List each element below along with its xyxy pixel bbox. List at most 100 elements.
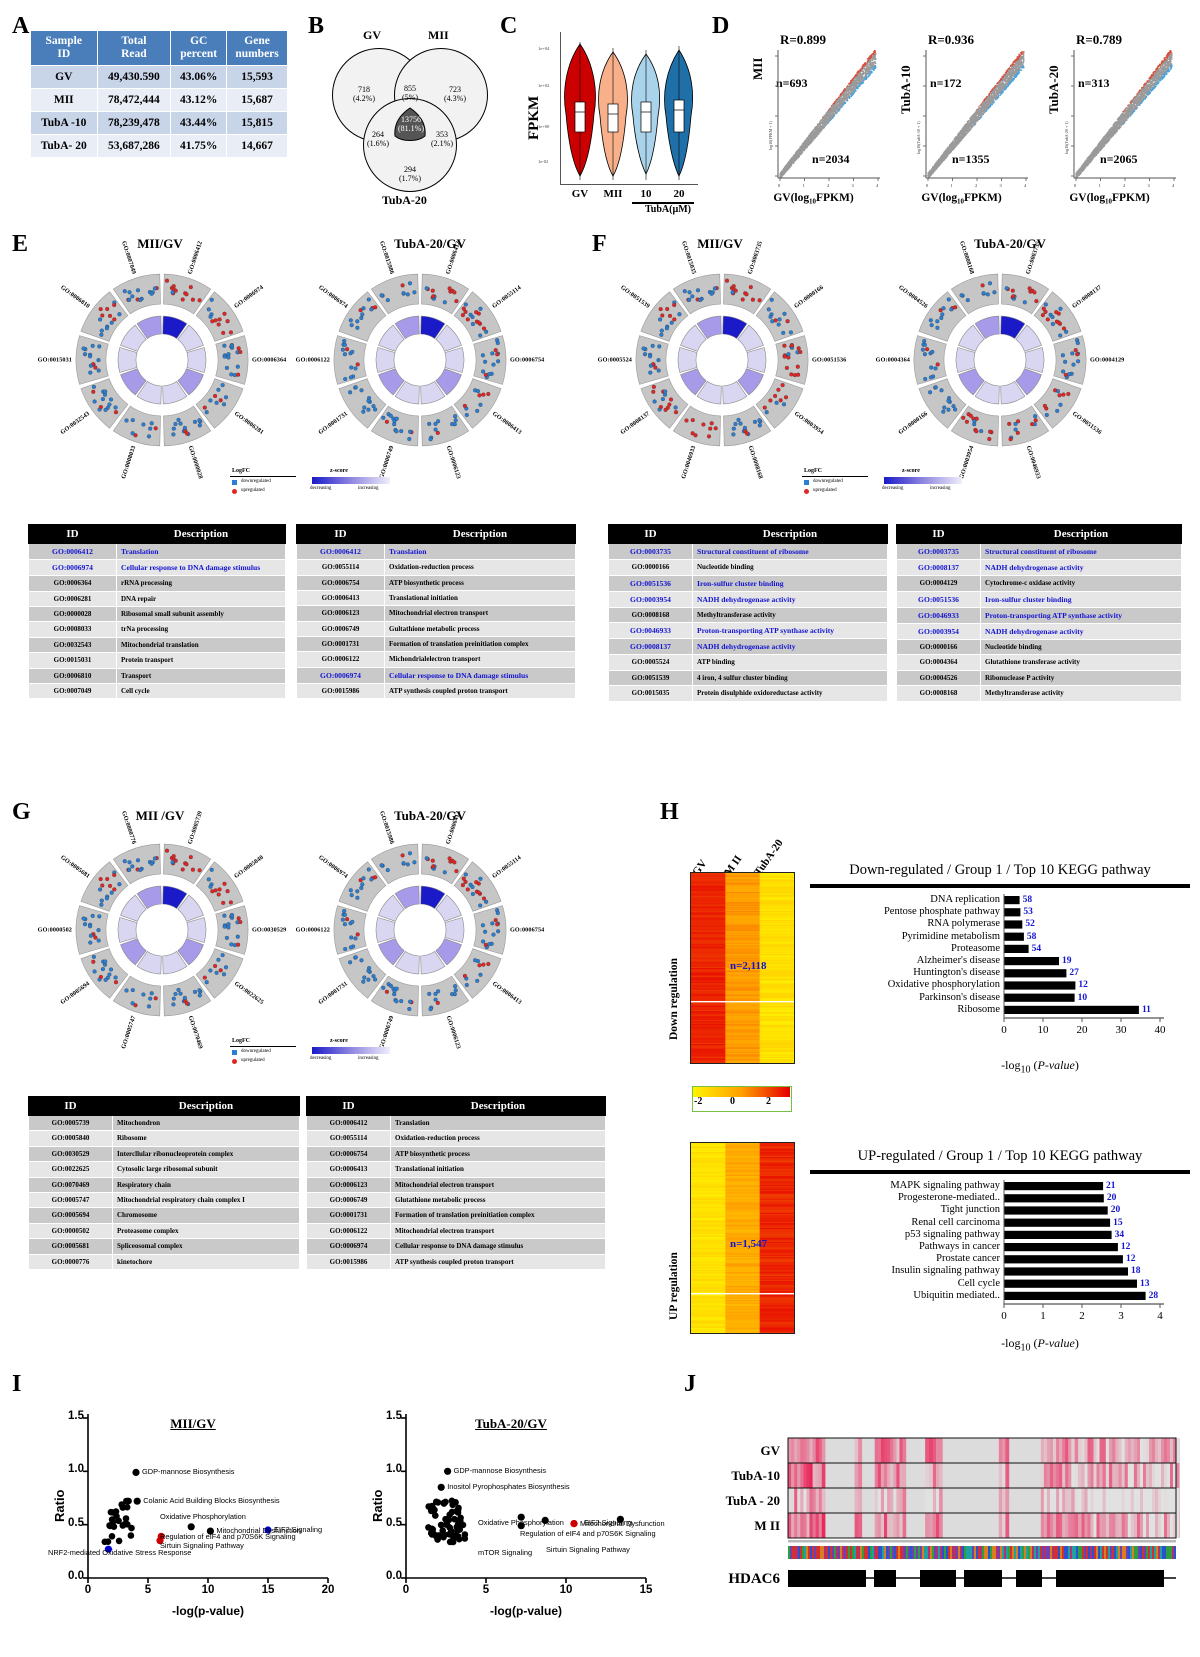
cell-genes: 14,667	[226, 134, 288, 159]
go-description-cell: kinetochore	[112, 1253, 300, 1270]
go-id-cell: GO:0004526	[896, 669, 981, 687]
panel-letter-c: C	[500, 13, 518, 39]
pathway-annotation-label: Oxidative Phosphorylation	[478, 1518, 564, 1527]
pathway-annotation-label: Inositol Pyrophosphates Biosynthesis	[447, 1482, 570, 1492]
violin-ytick: 1e+02	[538, 83, 550, 88]
table-row: GO:0000166 Nucleotide binding	[896, 638, 1182, 656]
cell-total-read: 53,687,286	[96, 134, 172, 159]
go-id-cell: GO:0046933	[896, 606, 981, 624]
panelj-gene-label: HDAC6	[728, 1571, 780, 1587]
kegg-category-label: Progesterone-mediated..	[897, 1192, 1000, 1204]
table-row: GO:0008137 NADH dehydrogenase activity	[608, 638, 888, 656]
violin-ylabel: FPKM	[526, 95, 542, 140]
kegg-bars-up: MAPK signaling pathway 21 Progesterone-med…	[808, 1178, 1192, 1322]
circos-term-label: GO:0006364	[252, 356, 287, 364]
table-row: GO:0005694 Chromosome	[28, 1207, 300, 1224]
heatmap-down-n: n=2,118	[730, 960, 767, 972]
kegg-gene-count: 20	[1106, 1193, 1117, 1204]
circos-svg	[75, 843, 249, 1017]
svg-text:0: 0	[778, 183, 781, 188]
scatter-ylabel-small: log10(TubA-20 + 1)	[1064, 121, 1069, 154]
table-row: GO:0006413 Translational initiation	[296, 589, 576, 607]
svg-text:3: 3	[852, 183, 855, 188]
go-description-cell: ATP binding	[692, 654, 888, 671]
go-description-cell: trNa processing	[116, 621, 286, 638]
scatter-xlabel: GV(log₁₀FPKM)	[884, 192, 1039, 204]
circos-plot-g-left: GO:0005739 GO:0005840 GO:0030529 GO:0022625…	[38, 811, 287, 1056]
kegg-gene-count: 34	[1114, 1229, 1125, 1240]
pct: (1.6%)	[367, 139, 389, 149]
pathway-scatter-ytick: 1.0	[386, 1463, 402, 1476]
table-row: GO:0015035 Protein disulphide oxidoreduct…	[608, 685, 888, 702]
kegg-xtick: 40	[1154, 1024, 1166, 1036]
scatter-ylabel: MII	[750, 57, 765, 80]
circos-term-label: GO:0000502	[37, 926, 72, 934]
count: 353	[436, 130, 448, 139]
go-id-cell: GO:0005524	[608, 654, 693, 671]
go-col-id: ID	[306, 1096, 391, 1116]
table-row: GO:0008033 trNa processing	[28, 621, 286, 638]
go-description-cell: Translational initiation	[390, 1161, 606, 1178]
table-row: GV 49,430.590 43.06% 15,593	[30, 65, 288, 90]
kegg-category-label: Pathways in cancer	[918, 1241, 1000, 1252]
go-description-cell: Ribosome	[112, 1130, 300, 1147]
scatter-ylabel: TubA-20	[1046, 65, 1061, 114]
scale-tick--2: -2	[694, 1096, 703, 1107]
go-id-cell: GO:0006810	[28, 667, 117, 684]
table-row: GO:0006412 Translation	[306, 1114, 606, 1132]
panel-letter-b: B	[308, 13, 325, 39]
circos-legend-e: LogFC downregulated upregulated z-score decr…	[228, 468, 408, 500]
go-id-cell: GO:0046933	[608, 622, 693, 640]
go-description-cell: Spliceosomal complex	[112, 1238, 300, 1255]
col-header-gc-percent: GC percent	[170, 29, 228, 67]
go-id-cell: GO:0005739	[28, 1114, 113, 1132]
legend-zscore-title: z-score	[330, 468, 348, 474]
circos-term-label: GO:0004129	[1090, 356, 1125, 364]
table-row: GO:0001731 Formation of translation prein…	[296, 636, 576, 653]
legend-up-label: upregulated	[241, 488, 265, 493]
pathway-scatter-xtick: 0	[402, 1584, 410, 1596]
legend-logfc-title: LogFC	[804, 468, 822, 474]
cell-sample-id: TubA- 20	[30, 134, 98, 159]
table-row: GO:0003735 Structural constituent of ribo…	[608, 542, 888, 561]
go-description-cell: Oxidation-reduction process	[384, 559, 576, 576]
go-description-cell: Oxidation-reduction process	[390, 1130, 606, 1147]
pct: (2.1%)	[431, 139, 453, 149]
kegg-gene-count: 58	[1022, 895, 1033, 905]
table-row: GO:0055114 Oxidation-reduction process	[296, 559, 576, 576]
go-id-cell: GO:0005694	[28, 1207, 113, 1224]
table-row: TubA -10 78,239,478 43.44% 15,815	[30, 111, 288, 136]
cell-sample-id: MII	[30, 88, 98, 113]
kegg-gene-count: 28	[1148, 1290, 1159, 1301]
pathway-scatter-xtick: 0	[84, 1584, 92, 1596]
legend-down-swatch	[804, 480, 809, 485]
go-description-cell: NADH dehydrogenase activity	[980, 622, 1182, 640]
kegg-xtick: 10	[1037, 1024, 1049, 1036]
kegg-xtick: 0	[1001, 1310, 1007, 1322]
panel-letter-d: D	[712, 13, 730, 39]
go-id-cell: GO:0051539	[608, 669, 693, 687]
go-id-cell: GO:0000776	[28, 1253, 113, 1270]
violin-cat-10: 10	[640, 188, 652, 200]
col-header-total-read: Total Read	[96, 29, 172, 67]
circos-term-label: GO:0006122	[295, 356, 330, 364]
legend-up-swatch	[232, 489, 237, 494]
pathway-scatter-xtick: 15	[639, 1584, 653, 1596]
go-id-cell: GO:0008137	[896, 559, 981, 577]
go-description-cell: Translation	[116, 542, 286, 561]
go-id-cell: GO:0008137	[608, 638, 693, 656]
go-description-cell: Cellular response to DNA damage stimulus	[390, 1238, 606, 1255]
hdr-line2: percent	[180, 48, 218, 61]
go-description-cell: Protein transport	[116, 652, 286, 669]
go-id-cell: GO:0055114	[306, 1130, 391, 1147]
table-row: GO:0005739 Mitochondron	[28, 1114, 300, 1132]
circos-term-label: GO:0015031	[37, 356, 72, 364]
kegg-xtick: 1	[1040, 1310, 1046, 1322]
kegg-category-label: RNA polymerase	[927, 918, 1000, 930]
go-col-id: ID	[896, 524, 981, 544]
go-header-row: ID Description	[296, 524, 576, 544]
go-id-cell: GO:0022625	[28, 1161, 113, 1178]
table-row: MII 78,472,444 43.12% 15,687	[30, 88, 288, 113]
go-description-cell: Nucleotide binding	[692, 559, 888, 576]
go-description-cell: Cellular response to DNA damage stimulus	[384, 666, 576, 684]
